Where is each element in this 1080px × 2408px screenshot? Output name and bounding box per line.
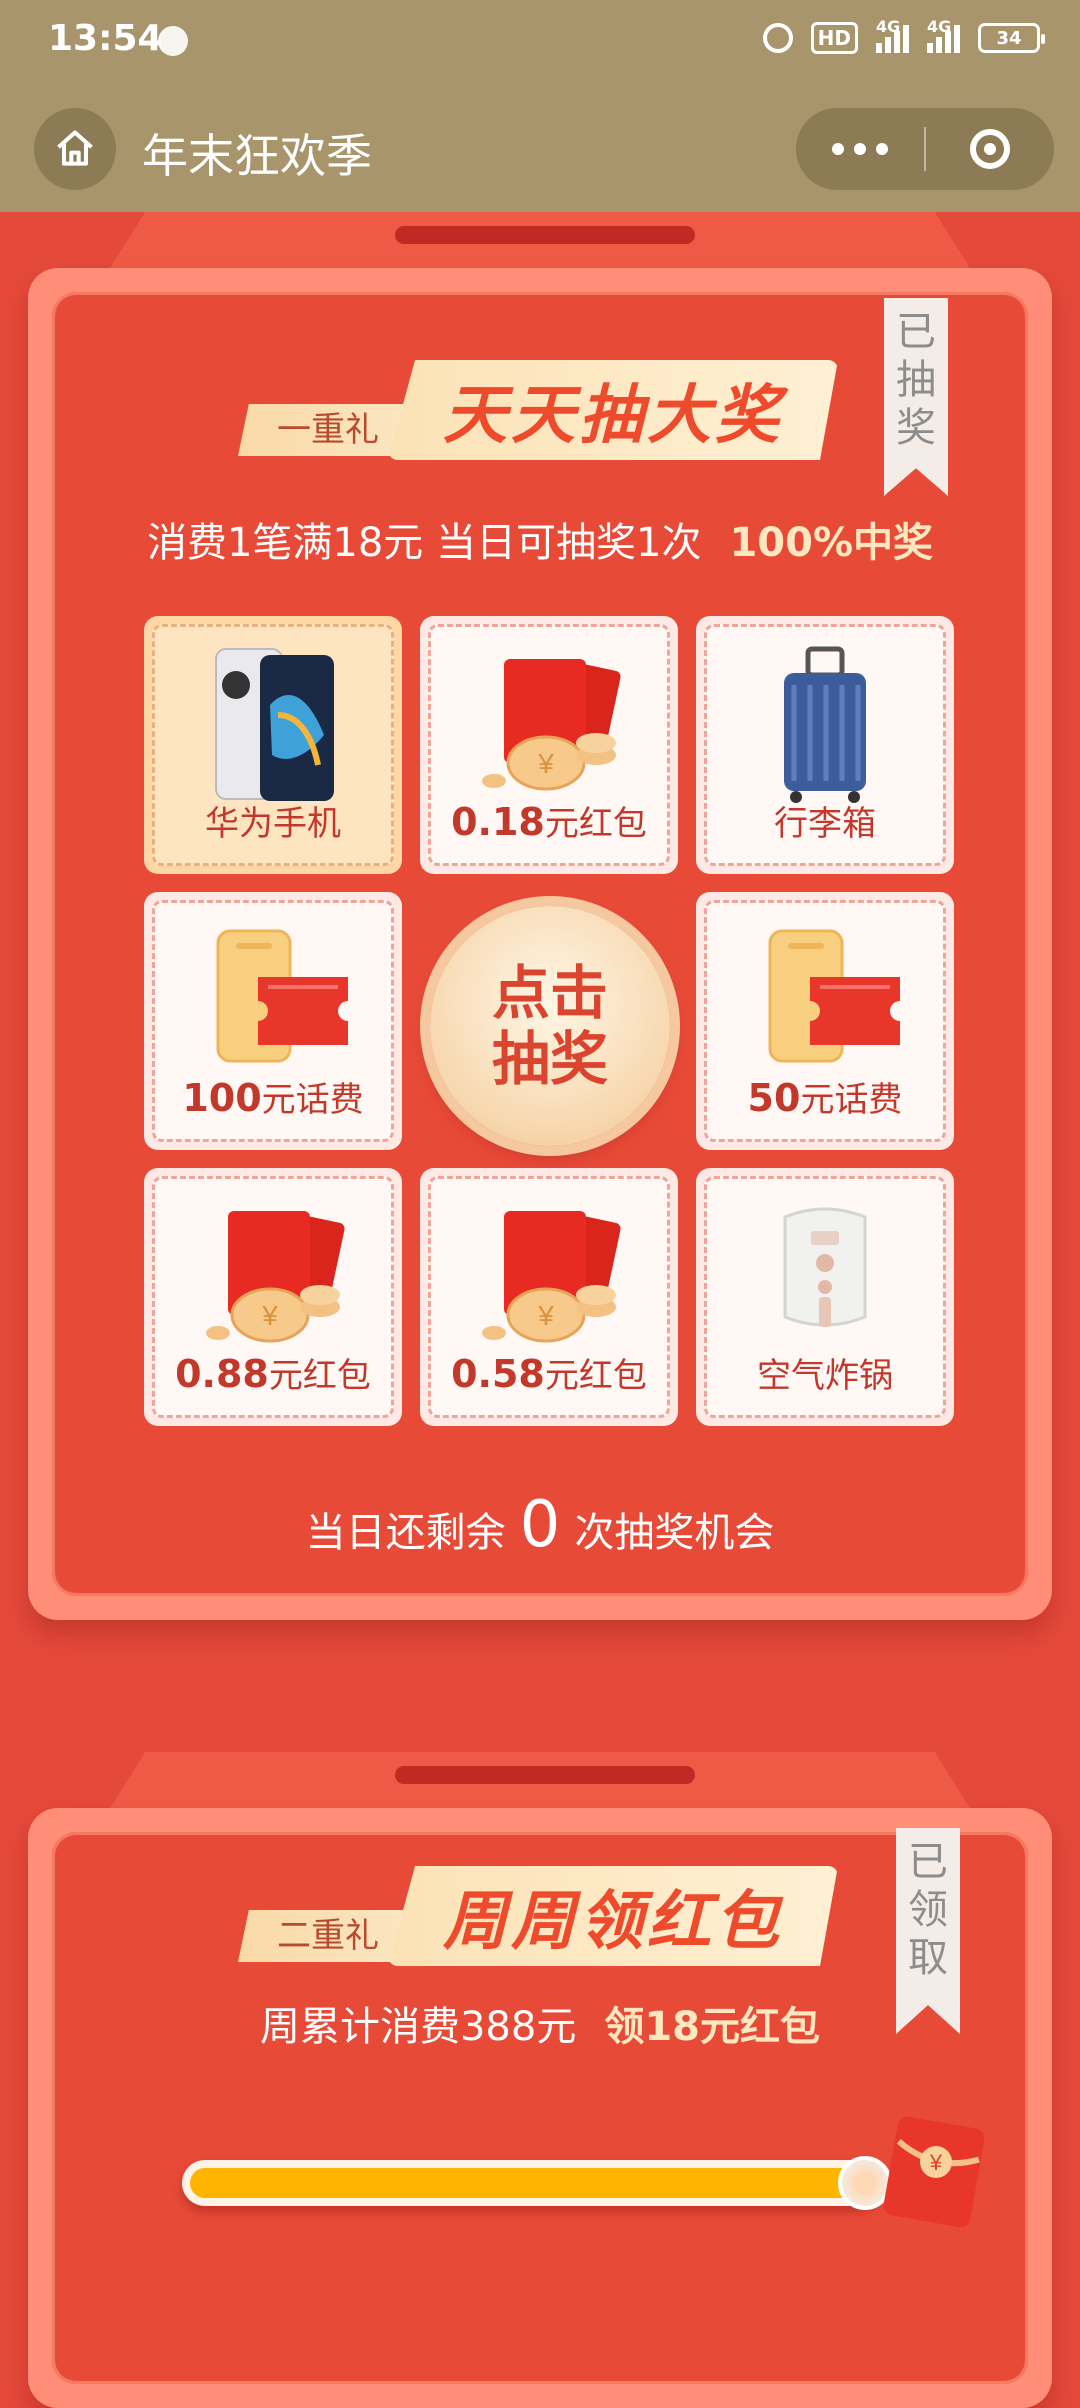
- card-slot: [395, 226, 695, 244]
- more-icon: [832, 143, 844, 155]
- network-type: 4G: [876, 17, 901, 36]
- prize-label: 0.58元红包: [451, 1352, 647, 1396]
- home-icon: [57, 130, 93, 166]
- card-slot: [395, 1766, 695, 1784]
- prize-label: 行李箱: [774, 804, 876, 844]
- remaining-count: 0: [519, 1488, 561, 1562]
- red-packet-reward-icon[interactable]: ¥: [880, 2112, 990, 2232]
- svg-text:¥: ¥: [537, 1300, 554, 1331]
- battery-icon: 34: [978, 23, 1045, 53]
- mini-program-capsule: [796, 108, 1054, 190]
- status-indicators: HD 4G 4G 34: [762, 17, 1045, 54]
- suitcase-icon: [784, 646, 866, 803]
- prize-label: 0.18元红包: [451, 800, 647, 844]
- lottery-rule: 消费1笔满18元 当日可抽奖1次 100%中奖: [0, 510, 1080, 568]
- weekly-rule: 周累计消费388元 领18元红包: [0, 1994, 1080, 2052]
- signal-icon: 4G: [876, 17, 909, 53]
- draw-button[interactable]: 点击 抽奖: [430, 906, 670, 1146]
- notification-icon: [158, 26, 188, 56]
- section-tag: 二重礼: [238, 1910, 418, 1962]
- close-button[interactable]: [926, 108, 1054, 190]
- prize-label: 0.88元红包: [175, 1352, 371, 1396]
- section-tag: 一重礼: [238, 404, 418, 456]
- status-bar: 13:54 HD 4G 4G 34: [0, 0, 1080, 82]
- status-time: 13:54: [48, 18, 163, 59]
- more-button[interactable]: [796, 108, 924, 190]
- prize-label: 50元话费: [747, 1076, 903, 1120]
- section-header: 一重礼 天天抽大奖: [238, 360, 838, 460]
- section-header: 二重礼 周周领红包: [238, 1866, 838, 1966]
- signal-icon: 4G: [927, 17, 960, 53]
- phone-credit-icon: [216, 929, 348, 1063]
- rule-text: 周累计消费388元: [259, 2004, 577, 2050]
- phone-credit-icon: [768, 929, 900, 1063]
- draw-button-line2: 抽奖: [491, 1025, 608, 1093]
- svg-text:¥: ¥: [929, 2150, 943, 2175]
- prize-credit-50[interactable]: 50元话费: [696, 892, 954, 1150]
- red-packet-coins-icon: ¥: [482, 1211, 621, 1343]
- prize-credit-100[interactable]: 100元话费: [144, 892, 402, 1150]
- home-button[interactable]: [34, 108, 116, 190]
- close-icon: [970, 129, 1010, 169]
- alarm-icon: [762, 23, 793, 53]
- title-bar: 年末狂欢季: [0, 82, 1080, 212]
- prize-label: 华为手机: [205, 804, 341, 844]
- prize-huawei-phone[interactable]: 华为手机: [144, 616, 402, 874]
- red-packet-coins-icon: ¥: [482, 659, 621, 791]
- svg-text:¥: ¥: [537, 748, 554, 779]
- prize-red-packet-058[interactable]: ¥ 0.58元红包: [420, 1168, 678, 1426]
- rule-highlight: 领18元红包: [604, 2004, 821, 2050]
- progress-fill: [190, 2168, 874, 2198]
- prize-suitcase[interactable]: 行李箱: [696, 616, 954, 874]
- svg-text:¥: ¥: [261, 1300, 278, 1331]
- section-title: 周周领红包: [388, 1866, 838, 1966]
- phone-icon: [215, 648, 334, 801]
- drawn-ribbon: 已抽奖: [884, 298, 948, 496]
- section-title: 天天抽大奖: [388, 360, 838, 460]
- hd-icon: HD: [810, 22, 858, 54]
- draw-button-line1: 点击: [491, 959, 608, 1027]
- network-type: 4G: [927, 17, 952, 36]
- rule-highlight: 100%中奖: [729, 520, 934, 566]
- prize-label: 空气炸锅: [757, 1356, 893, 1396]
- weekly-progress-bar: [182, 2156, 892, 2210]
- prize-red-packet-088[interactable]: ¥ 0.88元红包: [144, 1168, 402, 1426]
- page-title: 年末狂欢季: [142, 129, 372, 183]
- air-fryer-icon: [783, 1207, 867, 1327]
- prize-red-packet-018[interactable]: ¥ 0.18元红包: [420, 616, 678, 874]
- red-packet-coins-icon: ¥: [206, 1211, 345, 1343]
- rule-text: 消费1笔满18元 当日可抽奖1次: [146, 520, 702, 566]
- remaining-chances: 当日还剩余 0 次抽奖机会: [305, 1488, 775, 1562]
- prize-air-fryer[interactable]: 空气炸锅: [696, 1168, 954, 1426]
- prize-label: 100元话费: [182, 1076, 364, 1120]
